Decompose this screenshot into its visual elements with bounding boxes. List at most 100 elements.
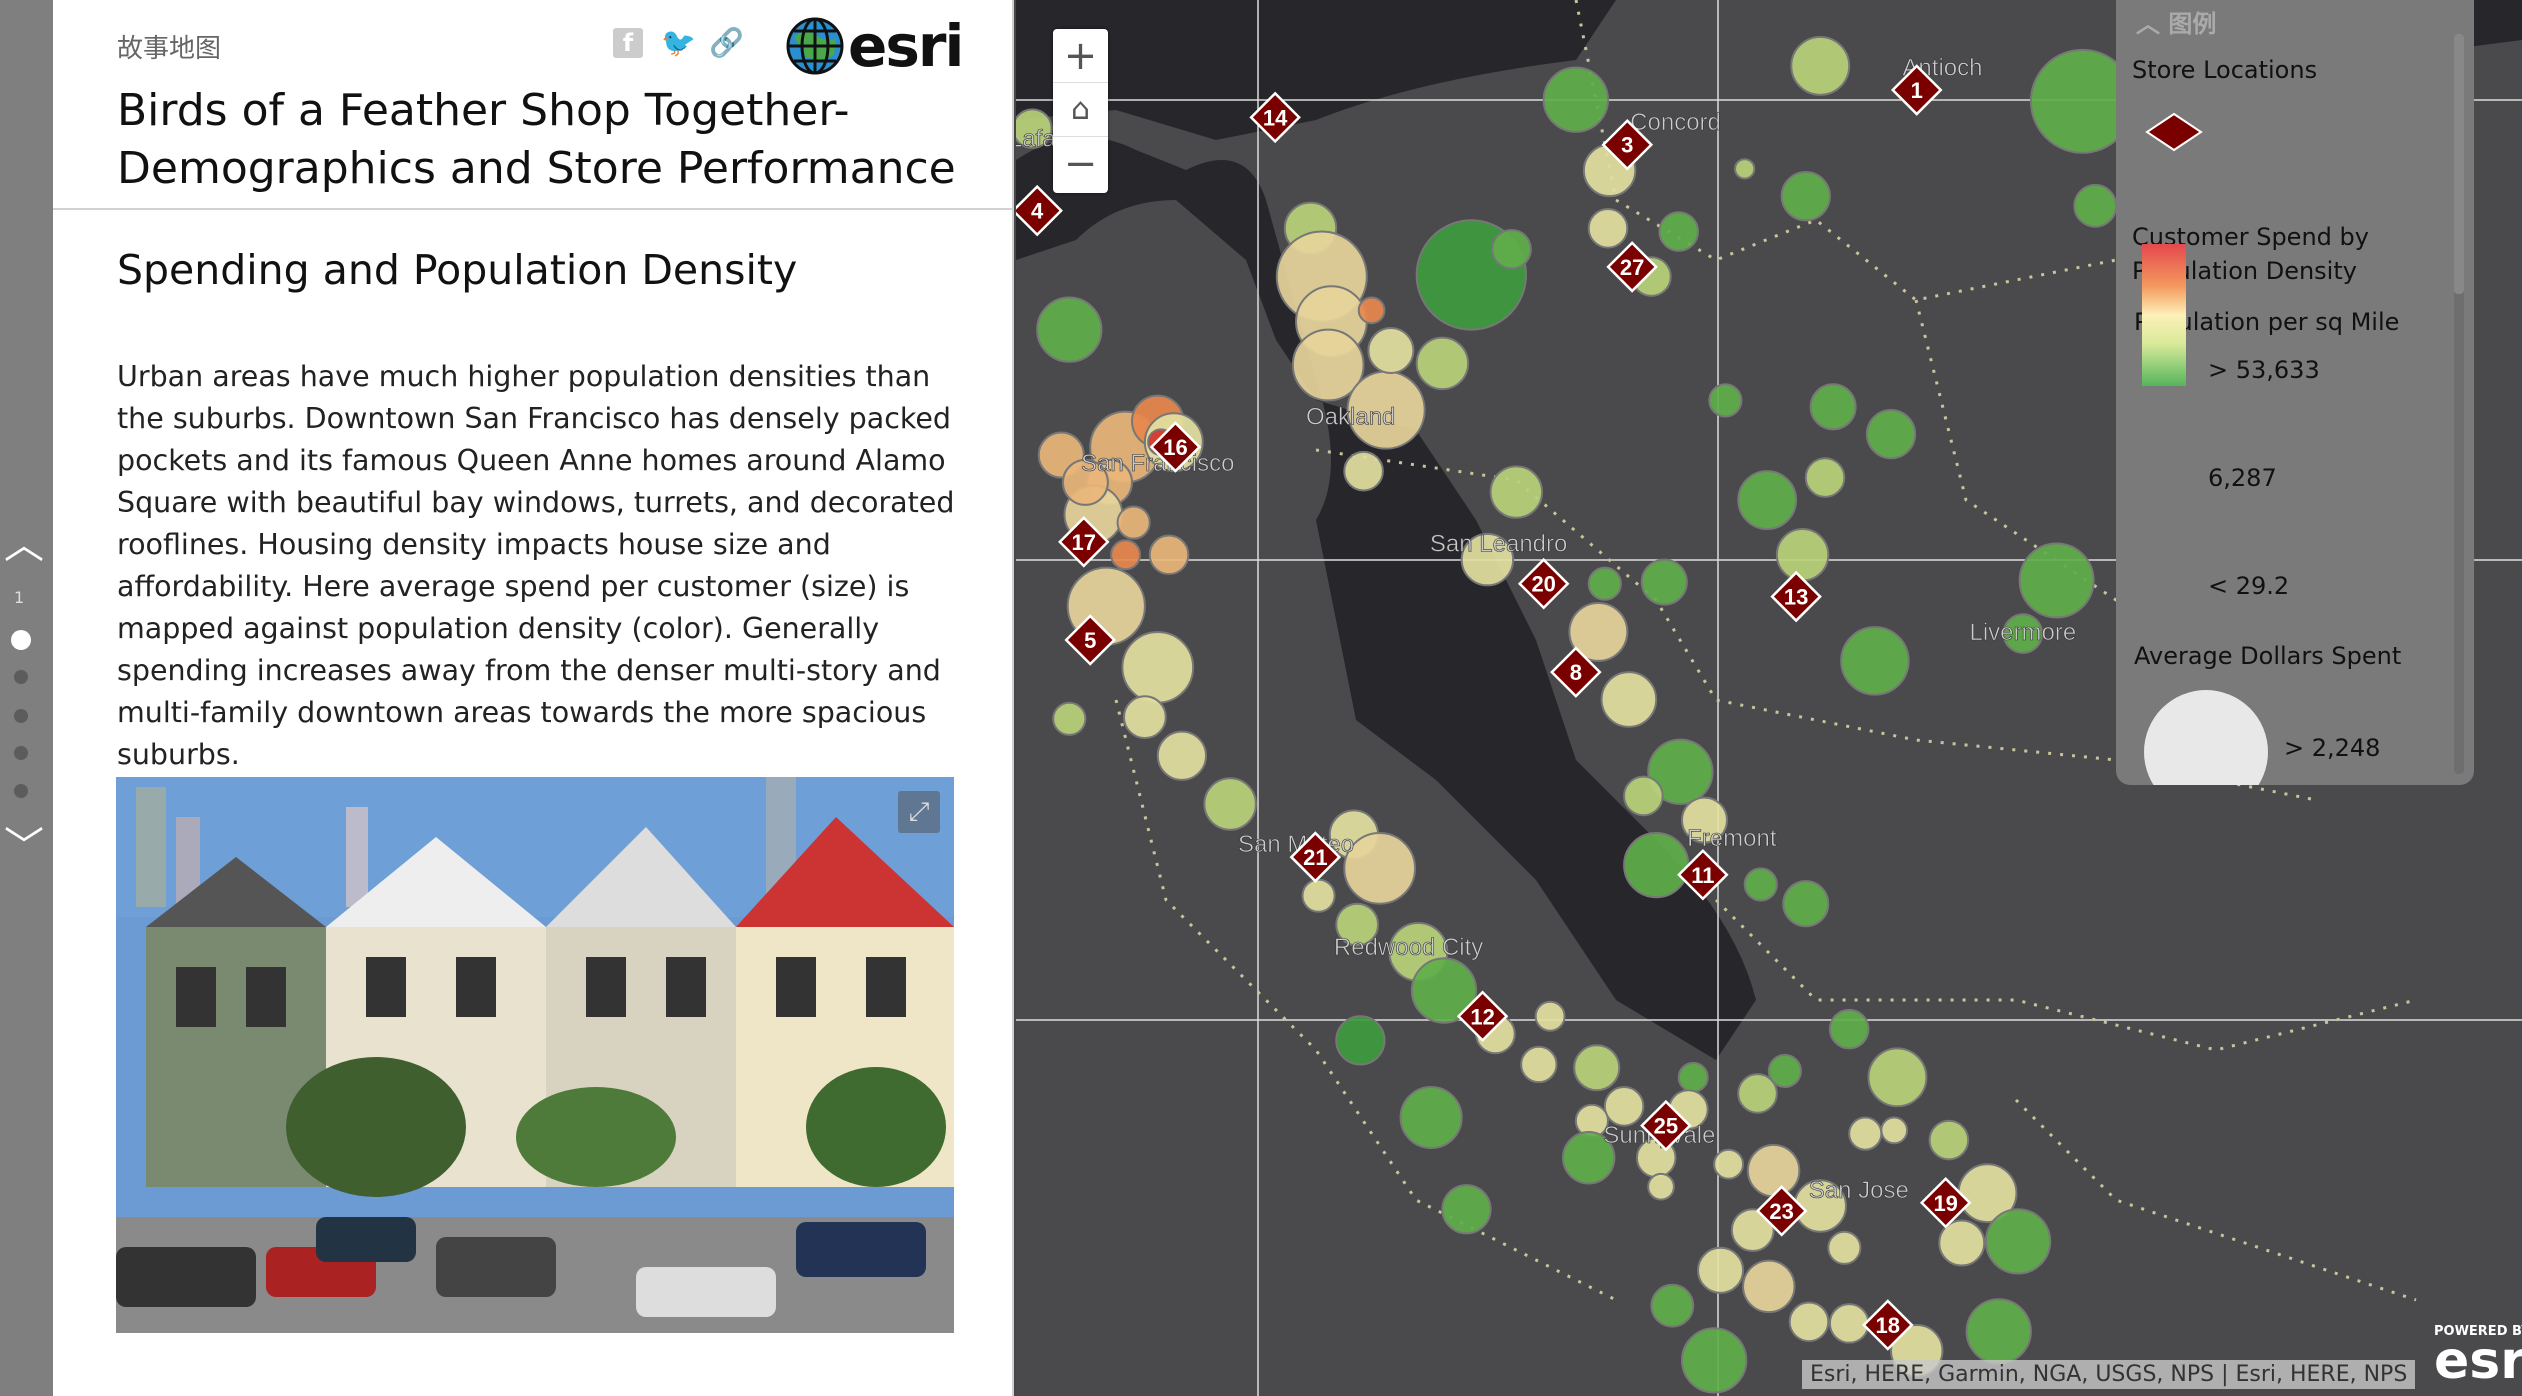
store-number: 8	[1570, 660, 1582, 685]
powered-by-esri-logo[interactable]: POWERED BY esri	[2434, 1324, 2522, 1391]
spend-circle[interactable]	[1343, 450, 1384, 492]
spend-circle[interactable]	[1116, 505, 1151, 540]
spend-circle[interactable]	[1746, 1143, 1801, 1198]
spend-circle[interactable]	[1600, 671, 1658, 728]
spend-circle[interactable]	[1865, 409, 1917, 460]
spend-circle[interactable]	[1640, 558, 1688, 606]
spend-circle[interactable]	[1848, 1116, 1883, 1151]
spend-circle[interactable]	[1780, 171, 1831, 222]
nav-dot[interactable]	[14, 709, 28, 723]
nav-up-icon[interactable]: ︿	[2, 525, 46, 565]
spend-circle[interactable]	[1343, 831, 1417, 905]
spend-circle[interactable]	[1743, 867, 1778, 902]
spend-circle[interactable]	[1357, 296, 1386, 325]
spend-circle[interactable]	[1489, 465, 1544, 519]
spend-circle[interactable]	[1809, 383, 1857, 431]
spend-circle[interactable]	[1804, 457, 1846, 498]
spend-circle[interactable]	[1623, 831, 1690, 899]
spend-circle[interactable]	[1367, 327, 1415, 375]
spend-circle[interactable]	[1650, 1283, 1695, 1328]
spend-circle[interactable]	[1984, 1208, 2052, 1275]
spend-circle[interactable]	[1867, 1047, 1928, 1108]
spend-circle[interactable]	[1647, 1172, 1675, 1201]
esri-logo-text: esri	[848, 12, 964, 80]
store-number: 27	[1620, 255, 1644, 280]
spend-circle[interactable]	[1623, 775, 1664, 817]
map-view[interactable]: Antioch Concord Oakland San Francisco San Le…	[1016, 0, 2522, 1396]
store-number: 13	[1784, 585, 1808, 610]
spend-circle[interactable]	[1677, 1061, 1709, 1093]
spend-circle[interactable]	[1713, 1148, 1745, 1180]
size-circle-icon	[2144, 690, 2268, 785]
spend-circle[interactable]	[1840, 626, 1910, 696]
spend-circle[interactable]	[1573, 1044, 1621, 1092]
spend-circle[interactable]	[1697, 1246, 1745, 1294]
spend-circle[interactable]	[1775, 528, 1830, 582]
spend-circle[interactable]	[2073, 183, 2118, 228]
legend-header: 图例	[2168, 10, 2217, 38]
spend-circle[interactable]	[1534, 1000, 1566, 1032]
legend-panel: ︿ 图例 Store Locations Customer Spend by P…	[2116, 0, 2474, 785]
spend-circle[interactable]	[1335, 1015, 1386, 1066]
spend-circle[interactable]	[1121, 630, 1195, 704]
store-number: 18	[1876, 1313, 1900, 1338]
nav-dot[interactable]	[11, 630, 31, 650]
legend-scrollbar[interactable]	[2454, 34, 2464, 774]
spend-circle[interactable]	[1928, 1119, 1970, 1161]
spend-circle[interactable]	[1782, 880, 1830, 928]
nav-dot[interactable]	[14, 670, 28, 684]
spend-circle[interactable]	[1441, 1184, 1492, 1235]
home-button[interactable]: ⌂	[1053, 83, 1108, 137]
spend-circle[interactable]	[1036, 296, 1103, 363]
spend-circle[interactable]	[1708, 383, 1743, 418]
spend-circle[interactable]	[1767, 1053, 1802, 1089]
nav-dot[interactable]	[14, 746, 28, 760]
esri-logo[interactable]: esri	[786, 12, 964, 80]
spend-circle[interactable]	[1680, 1327, 1748, 1394]
spend-circle[interactable]	[1828, 1303, 1870, 1344]
spend-circle[interactable]	[1203, 777, 1257, 831]
spend-circle[interactable]	[1587, 208, 1629, 249]
spend-circle[interactable]	[1788, 1301, 1830, 1343]
zoom-in-button[interactable]: +	[1053, 29, 1108, 83]
spend-circle[interactable]	[1052, 701, 1087, 736]
legend-toggle[interactable]: ︿ 图例	[2136, 4, 2216, 39]
nav-dot[interactable]	[14, 784, 28, 798]
store-number: 21	[1303, 845, 1327, 870]
color-ramp	[2142, 244, 2186, 386]
spend-circle[interactable]	[1658, 211, 1700, 252]
store-number: 20	[1531, 572, 1555, 597]
legend-color-high: > 53,633	[2208, 356, 2320, 384]
brand-label: 故事地图	[117, 34, 222, 64]
spend-circle[interactable]	[1520, 1045, 1558, 1084]
spend-circle[interactable]	[1734, 158, 1756, 180]
spend-circle[interactable]	[1399, 1086, 1463, 1150]
spend-circle[interactable]	[1542, 66, 1610, 133]
spend-circle[interactable]	[1603, 1086, 1645, 1127]
facebook-icon[interactable]: f	[613, 28, 643, 58]
expand-image-icon[interactable]: ⤢	[898, 791, 940, 833]
spend-circle[interactable]	[2018, 542, 2095, 619]
spend-circle[interactable]	[1156, 730, 1208, 781]
spend-circle[interactable]	[1965, 1298, 2032, 1365]
spend-circle[interactable]	[1148, 534, 1190, 576]
spend-circle[interactable]	[1587, 566, 1622, 601]
spend-circle[interactable]	[1828, 1008, 1870, 1050]
spend-circle[interactable]	[1110, 539, 1142, 571]
link-icon[interactable]: 🔗	[709, 28, 744, 58]
spend-circle[interactable]	[1880, 1116, 1909, 1145]
spend-circle[interactable]	[1491, 228, 1532, 270]
spend-circle[interactable]	[1742, 1259, 1796, 1314]
map-attribution: Esri, HERE, Garmin, NGA, USGS, NPS | Esr…	[1802, 1360, 2416, 1389]
spend-circle[interactable]	[1122, 695, 1167, 740]
spend-circle[interactable]	[1737, 470, 1798, 531]
spend-circle[interactable]	[1415, 336, 1470, 391]
section-heading: Spending and Population Density	[117, 246, 798, 294]
spend-circle[interactable]	[1827, 1230, 1862, 1265]
nav-down-icon[interactable]: ﹀	[2, 827, 46, 867]
spend-circle[interactable]	[1301, 878, 1336, 913]
zoom-out-button[interactable]: −	[1053, 137, 1108, 191]
powered-logo-text: esri	[2434, 1331, 2522, 1391]
spend-circle[interactable]	[1790, 35, 1851, 96]
twitter-icon[interactable]: 🐦	[661, 28, 696, 58]
